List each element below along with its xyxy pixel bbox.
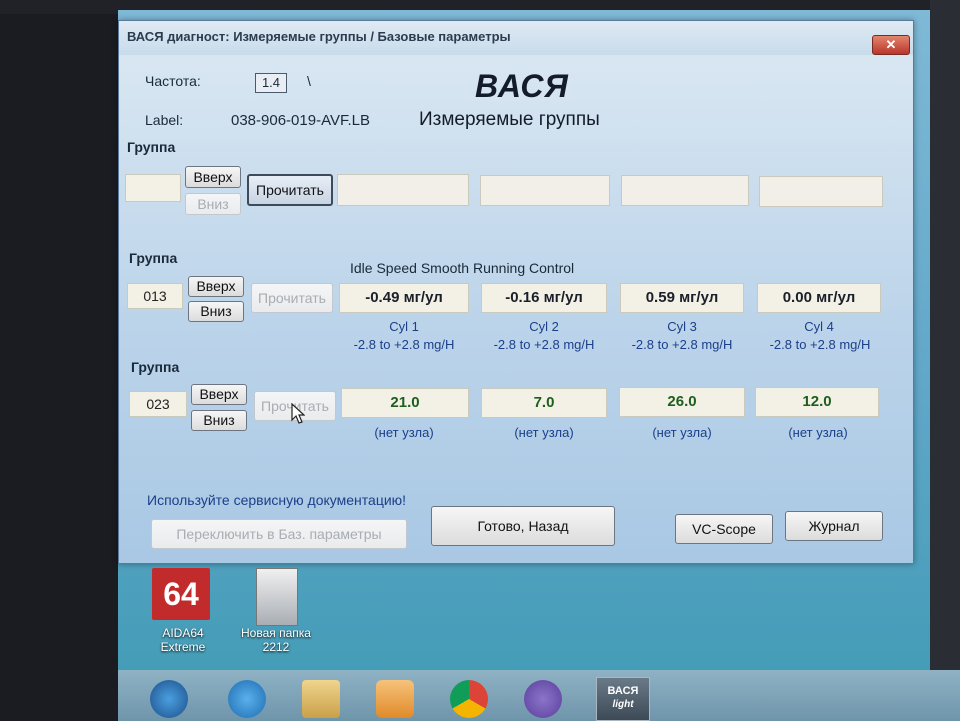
app-window: ВАСЯ диагност: Измеряемые группы / Базов…: [118, 20, 914, 564]
switch-basic-settings-button[interactable]: Переключить в Баз. параметры: [151, 519, 407, 549]
group3-caption-3: (нет узла): [652, 425, 712, 440]
group2-value-3: 0.59 мг/ул: [620, 283, 744, 313]
group1-field-2: [480, 175, 610, 206]
group3-value-4: 12.0: [755, 387, 879, 417]
group1-field-4: [759, 176, 883, 207]
aida64-subtitle: Extreme: [160, 640, 206, 654]
label-label: Label:: [145, 112, 184, 128]
group1-number-input[interactable]: [125, 174, 181, 202]
group2-value-2: -0.16 мг/ул: [481, 283, 607, 313]
frequency-indicator: \: [307, 73, 311, 89]
media-icon[interactable]: [376, 680, 414, 718]
group2-label: Группа: [129, 250, 178, 266]
group2-value-4: 0.00 мг/ул: [757, 283, 881, 313]
group1-read-button[interactable]: Прочитать: [247, 174, 333, 206]
group2-caption-4: Cyl 4: [804, 319, 834, 334]
group3-value-1: 21.0: [341, 388, 469, 418]
mouse-cursor-icon: [291, 403, 305, 424]
group3-value-3: 26.0: [619, 387, 745, 417]
group3-caption-4: (нет узла): [788, 425, 848, 440]
window-title: ВАСЯ диагност: Измеряемые группы / Базов…: [127, 29, 511, 44]
group2-value-1: -0.49 мг/ул: [339, 283, 469, 313]
title-bar[interactable]: ВАСЯ диагност: Измеряемые группы / Базов…: [119, 21, 913, 55]
group2-title: Idle Speed Smooth Running Control: [350, 260, 575, 276]
explorer-icon[interactable]: [302, 680, 340, 718]
ie-icon[interactable]: [228, 680, 266, 718]
group2-caption-2: Cyl 2: [529, 319, 559, 334]
group3-down-button[interactable]: Вниз: [191, 410, 247, 431]
done-back-button[interactable]: Готово, Назад: [431, 506, 615, 546]
log-button[interactable]: Журнал: [785, 511, 883, 541]
group2-range-4: -2.8 to +2.8 mg/H: [769, 337, 871, 352]
group2-range-2: -2.8 to +2.8 mg/H: [493, 337, 595, 352]
group1-label: Группа: [127, 139, 176, 155]
vc-scope-button[interactable]: VC-Scope: [675, 514, 773, 544]
group3-label: Группа: [131, 359, 180, 375]
group2-down-button[interactable]: Вниз: [188, 301, 244, 322]
chrome-icon[interactable]: [450, 680, 488, 718]
group1-up-button[interactable]: Вверх: [185, 166, 241, 188]
group2-up-button[interactable]: Вверх: [188, 276, 244, 297]
folder-icon[interactable]: [256, 568, 298, 626]
aida64-icon[interactable]: 64: [152, 568, 210, 620]
aida64-label: AIDA64 Extreme: [143, 626, 223, 654]
page-subtitle: Измеряемые группы: [419, 109, 600, 130]
frequency-value: 1.4: [255, 73, 287, 93]
aida64-title: AIDA64: [162, 626, 204, 640]
label-value: 038-906-019-AVF.LB: [231, 112, 370, 129]
service-doc-note: Используйте сервисную документацию!: [147, 492, 407, 508]
group2-caption-1: Cyl 1: [389, 319, 419, 334]
group1-field-1: [337, 174, 469, 206]
group2-read-button[interactable]: Прочитать: [251, 283, 333, 313]
group3-caption-1: (нет узла): [374, 425, 434, 440]
group2-range-1: -2.8 to +2.8 mg/H: [353, 337, 455, 352]
monitor-bezel-right: [930, 0, 960, 721]
folder-label: Новая папка 2212: [236, 626, 316, 654]
close-icon[interactable]: ✕: [872, 35, 910, 55]
group3-value-2: 7.0: [481, 388, 607, 418]
group1-down-button[interactable]: Вниз: [185, 193, 241, 215]
group2-caption-3: Cyl 3: [667, 319, 697, 334]
group3-up-button[interactable]: Вверх: [191, 384, 247, 405]
group3-caption-2: (нет узла): [514, 425, 574, 440]
folder-title: Новая папка: [241, 626, 311, 640]
vasya-taskbar-sublabel: light: [612, 699, 634, 710]
start-orb-icon[interactable]: [150, 680, 188, 718]
viber-icon[interactable]: [524, 680, 562, 718]
vasya-taskbar-label: ВАСЯ: [607, 685, 639, 697]
group3-number-input[interactable]: 023: [129, 391, 187, 417]
frequency-label: Частота:: [145, 73, 201, 89]
group1-field-3: [621, 175, 749, 206]
folder-subtitle: 2212: [262, 640, 290, 654]
group2-range-3: -2.8 to +2.8 mg/H: [631, 337, 733, 352]
app-logo: ВАСЯ: [475, 68, 569, 104]
group2-number-input[interactable]: 013: [127, 283, 183, 309]
vasya-icon[interactable]: ВАСЯ light: [596, 677, 650, 721]
